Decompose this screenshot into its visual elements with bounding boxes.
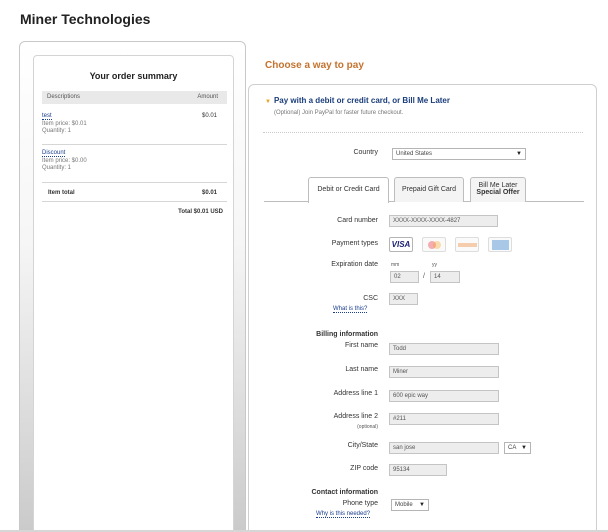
- payment-method-subtitle: (Optional) Join PayPal for faster future…: [274, 110, 404, 116]
- grand-total: Total $0.01 USD: [178, 209, 223, 215]
- address2-label: Address line 2: [333, 413, 378, 420]
- exp-month-hint: mm: [391, 262, 400, 268]
- chevron-down-icon: ▼: [521, 445, 527, 451]
- card-number-label: Card number: [337, 217, 378, 224]
- address1-label: Address line 1: [333, 390, 378, 397]
- tab-label: Debit or Credit Card: [317, 186, 380, 193]
- first-name-label: First name: [344, 342, 378, 349]
- payment-method-title[interactable]: ▼ Pay with a debit or credit card, or Bil…: [265, 96, 450, 105]
- choose-payment-heading: Choose a way to pay: [265, 60, 364, 71]
- phone-help-link[interactable]: Why is this needed?: [316, 511, 371, 518]
- order-summary-title: Your order summary: [89, 71, 178, 81]
- amount-header: Amount: [197, 94, 218, 100]
- order-summary-panel: Your order summary Descriptions Amount t…: [19, 41, 246, 532]
- item-total-row: Item total $0.01: [42, 190, 227, 196]
- item-amount: $0.01: [201, 113, 217, 119]
- state-select[interactable]: CA ▼: [504, 442, 531, 454]
- phone-type-label: Phone type: [342, 500, 378, 507]
- zip-label: ZIP code: [350, 465, 378, 472]
- city-input[interactable]: san jose: [389, 442, 499, 454]
- item-price: Item price: $0.01: [42, 121, 87, 127]
- expand-triangle-icon: ▼: [265, 99, 271, 105]
- summary-item: test Item price: $0.01 Quantity: 1 $0.01: [42, 113, 227, 134]
- last-name-input[interactable]: Miner: [389, 366, 499, 378]
- exp-year-input[interactable]: 14: [430, 271, 460, 283]
- chevron-down-icon: ▼: [419, 502, 425, 508]
- chevron-down-icon: ▼: [516, 151, 522, 157]
- tab-sublabel: Special Offer: [476, 189, 520, 196]
- card-number-input[interactable]: XXXX-XXXX-XXXX-4827: [389, 215, 498, 227]
- item-price: Item price: $0.00: [42, 158, 87, 164]
- mastercard-icon: [422, 237, 446, 252]
- divider: [42, 201, 227, 202]
- address2-input[interactable]: #211: [389, 413, 499, 425]
- merchant-name: Miner Technologies: [20, 11, 151, 27]
- amex-icon: [488, 237, 512, 252]
- discover-icon: [455, 237, 479, 252]
- tab-label: Bill Me Later: [478, 182, 518, 189]
- summary-item: Discount Item price: $0.00 Quantity: 1: [42, 150, 227, 171]
- item-total-value: $0.01: [201, 190, 217, 196]
- payment-method-label: Pay with a debit or credit card, or Bill…: [273, 96, 450, 105]
- address2-optional: (optional): [357, 424, 378, 430]
- country-label: Country: [353, 149, 378, 156]
- first-name-input[interactable]: Todd: [389, 343, 499, 355]
- address1-input[interactable]: 600 epic way: [389, 390, 499, 402]
- csc-label: CSC: [363, 295, 378, 302]
- phone-type-value: Mobile: [395, 502, 413, 508]
- order-summary-card: Your order summary Descriptions Amount t…: [33, 55, 234, 532]
- dotted-divider: [263, 132, 583, 133]
- payment-types-label: Payment types: [331, 240, 378, 247]
- country-select[interactable]: United States ▼: [392, 148, 526, 160]
- descriptions-header: Descriptions: [47, 94, 81, 100]
- country-value: United States: [396, 151, 433, 157]
- tab-bill-me-later[interactable]: Bill Me Later Special Offer: [470, 177, 526, 202]
- city-state-label: City/State: [347, 442, 378, 449]
- item-quantity: Quantity: 1: [42, 165, 72, 171]
- exp-month-input[interactable]: 02: [390, 271, 419, 283]
- item-quantity: Quantity: 1: [42, 128, 72, 134]
- exp-separator: /: [423, 273, 425, 280]
- state-value: CA: [508, 445, 517, 451]
- item-name-link[interactable]: test: [42, 113, 52, 120]
- csc-help-link[interactable]: What is this?: [333, 306, 368, 313]
- divider: [42, 182, 227, 183]
- exp-year-hint: yy: [432, 262, 437, 268]
- expiration-label: Expiration date: [331, 261, 378, 268]
- tab-debit-credit-card[interactable]: Debit or Credit Card: [308, 177, 389, 203]
- visa-icon: VISA: [389, 237, 413, 252]
- divider: [42, 144, 227, 145]
- item-name-link[interactable]: Discount: [42, 150, 66, 157]
- tab-label: Prepaid Gift Card: [401, 186, 457, 193]
- zip-input[interactable]: 95134: [389, 464, 447, 476]
- csc-input[interactable]: XXX: [389, 293, 418, 305]
- tab-prepaid-gift-card[interactable]: Prepaid Gift Card: [394, 177, 464, 202]
- billing-heading: Billing information: [316, 331, 378, 338]
- last-name-label: Last name: [345, 366, 378, 373]
- summary-header-row: Descriptions Amount: [42, 91, 227, 104]
- phone-type-select[interactable]: Mobile ▼: [391, 499, 429, 511]
- contact-heading: Contact information: [311, 489, 379, 496]
- item-total-label: Item total: [48, 190, 75, 196]
